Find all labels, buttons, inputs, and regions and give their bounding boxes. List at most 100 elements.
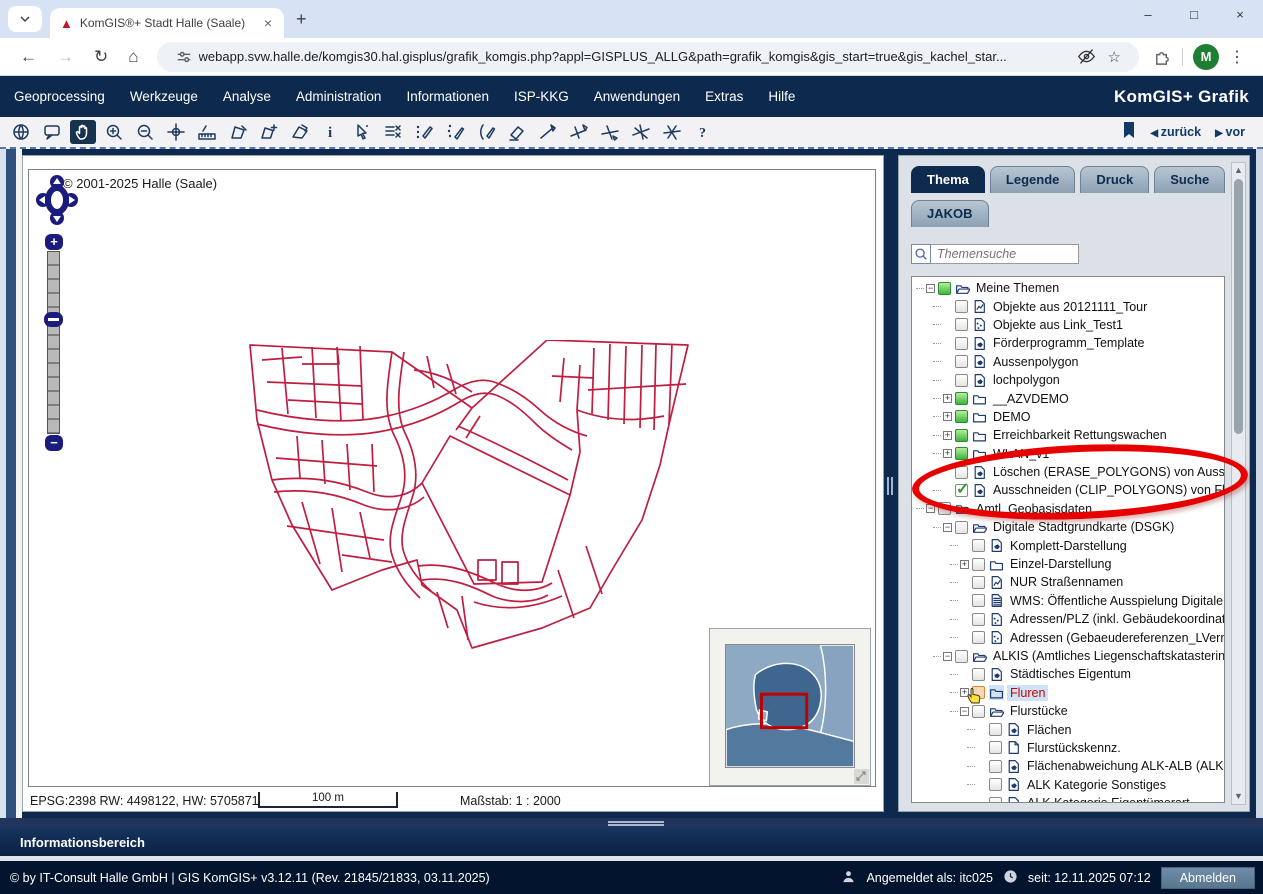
- close-button[interactable]: ×: [1217, 0, 1263, 32]
- profile-avatar[interactable]: M: [1193, 44, 1219, 70]
- tree-item-__azvdemo[interactable]: +__AZVDEMO: [912, 389, 1224, 407]
- expander-icon[interactable]: −: [926, 284, 935, 293]
- tree-item-objekte-aus-20121111_tour[interactable]: Objekte aus 20121111_Tour: [912, 297, 1224, 315]
- menu-item-administration[interactable]: Administration: [296, 89, 382, 104]
- tree-item-demo[interactable]: +DEMO: [912, 408, 1224, 426]
- tree-item-förderprogramm_template[interactable]: Förderprogramm_Template: [912, 334, 1224, 352]
- zoom-in-icon[interactable]: [101, 120, 127, 144]
- address-bar[interactable]: webapp.svw.halle.de/komgis30.hal.gisplus…: [157, 42, 1139, 72]
- resize-handle-icon[interactable]: [854, 769, 869, 784]
- logout-button[interactable]: Abmelden: [1161, 867, 1255, 889]
- home-icon[interactable]: ⌂: [128, 47, 138, 67]
- layer-checkbox[interactable]: [972, 613, 985, 626]
- tree-item-städtisches-eigentum[interactable]: Städtisches Eigentum: [912, 665, 1224, 683]
- maximize-button[interactable]: □: [1171, 0, 1217, 32]
- tab-close-icon[interactable]: ×: [260, 15, 276, 31]
- layer-label[interactable]: DEMO: [990, 409, 1034, 425]
- zoom-track[interactable]: [47, 251, 60, 434]
- insert-vertex-icon[interactable]: [473, 120, 499, 144]
- theme-search-input[interactable]: [931, 244, 1079, 264]
- scroll-down-icon[interactable]: ▼: [1233, 791, 1244, 802]
- layer-checkbox[interactable]: [972, 558, 985, 571]
- tree-item-erreichbarkeit-rettungswachen[interactable]: +Erreichbarkeit Rettungswachen: [912, 426, 1224, 444]
- layer-label[interactable]: Flächen: [1024, 722, 1074, 738]
- tree-item-nur-straßennamen[interactable]: NUR Straßennamen: [912, 573, 1224, 591]
- layer-label[interactable]: Erreichbarkeit Rettungswachen: [990, 427, 1170, 443]
- layer-label[interactable]: Digitale Stadtgrundkarte (DSGK): [990, 519, 1177, 535]
- layer-checkbox[interactable]: [938, 282, 951, 295]
- list-remove-icon[interactable]: [380, 120, 406, 144]
- layer-label[interactable]: Flächenabweichung ALK-ALB (ALK: [1024, 758, 1225, 774]
- tree-item-adressen-gebaeudereferenzen_lv[interactable]: Adressen (Gebaeudereferenzen_LVerm: [912, 628, 1224, 646]
- help-icon[interactable]: ?: [690, 120, 716, 144]
- layer-checkbox[interactable]: [955, 300, 968, 313]
- tooltip-icon[interactable]: [39, 120, 65, 144]
- tab-druck[interactable]: Druck: [1080, 166, 1149, 193]
- browser-menu-icon[interactable]: ⋮: [1229, 47, 1245, 67]
- menu-item-hilfe[interactable]: Hilfe: [768, 89, 795, 104]
- eraser-icon[interactable]: [504, 120, 530, 144]
- split-line-2-icon[interactable]: [659, 120, 685, 144]
- overview-inset[interactable]: [709, 628, 871, 786]
- bookmark-star-icon[interactable]: ☆: [1108, 48, 1121, 66]
- pan-icon[interactable]: [70, 120, 96, 144]
- tree-item-lochpolygon[interactable]: lochpolygon: [912, 371, 1224, 389]
- tree-item-fluren[interactable]: +Fluren: [912, 684, 1224, 702]
- menu-item-analyse[interactable]: Analyse: [223, 89, 271, 104]
- measure-line-icon[interactable]: [194, 120, 220, 144]
- menu-item-extras[interactable]: Extras: [705, 89, 743, 104]
- menu-item-isp-kkg[interactable]: ISP-KKG: [514, 89, 569, 104]
- bookmark-icon[interactable]: [1122, 121, 1136, 144]
- tree-item-alk-kategorie-eigentümerart[interactable]: ALK Kategorie Eigentümerart: [912, 794, 1224, 803]
- tree-item-flächen[interactable]: Flächen: [912, 720, 1224, 738]
- layer-checkbox[interactable]: [955, 392, 968, 405]
- tree-item-digitale-stadtgrundkarte-dsgk-[interactable]: −Digitale Stadtgrundkarte (DSGK): [912, 518, 1224, 536]
- new-tab-button[interactable]: +: [296, 9, 307, 30]
- layer-label[interactable]: Meine Themen: [973, 280, 1062, 296]
- layer-label[interactable]: ALKIS (Amtliches Liegenschaftskatasterin…: [990, 648, 1225, 664]
- snap-line-1-icon[interactable]: [535, 120, 561, 144]
- tree-item-flächenabweichung-alk-alb-alk[interactable]: Flächenabweichung ALK-ALB (ALK: [912, 757, 1224, 775]
- url-text[interactable]: webapp.svw.halle.de/komgis30.hal.gisplus…: [199, 49, 1071, 64]
- browser-tab[interactable]: ▲ KomGIS®+ Stadt Halle (Saale) ×: [50, 8, 284, 38]
- layer-checkbox[interactable]: [989, 797, 1002, 803]
- layer-checkbox[interactable]: [972, 631, 985, 644]
- menu-item-anwendungen[interactable]: Anwendungen: [594, 89, 680, 104]
- tab-search-button[interactable]: [8, 6, 42, 32]
- layer-checkbox[interactable]: [955, 410, 968, 423]
- zoom-out-icon[interactable]: [132, 120, 158, 144]
- tab-thema[interactable]: Thema: [911, 166, 985, 193]
- info-icon[interactable]: i: [318, 120, 344, 144]
- tab-legende[interactable]: Legende: [990, 166, 1075, 193]
- layer-checkbox[interactable]: [989, 741, 1002, 754]
- layer-label[interactable]: WMS: Öffentliche Ausspielung Digitale S: [1007, 593, 1225, 609]
- snap-line-2-icon[interactable]: [566, 120, 592, 144]
- tab-jakob[interactable]: JAKOB: [911, 200, 989, 227]
- measure-area-plus-icon[interactable]: [256, 120, 282, 144]
- scroll-up-icon[interactable]: ▲: [1233, 165, 1244, 176]
- horizontal-splitter[interactable]: [0, 818, 1263, 828]
- layer-checkbox[interactable]: [955, 447, 968, 460]
- history-back-button[interactable]: ◀ zurück: [1150, 125, 1201, 139]
- vertical-splitter[interactable]: [884, 149, 896, 818]
- layer-label[interactable]: Objekte aus Link_Test1: [990, 317, 1126, 333]
- pan-rosette[interactable]: [35, 174, 79, 231]
- tree-item-flurstückskennz-[interactable]: Flurstückskennz.: [912, 739, 1224, 757]
- tree-item-einzel-darstellung[interactable]: +Einzel-Darstellung: [912, 555, 1224, 573]
- layer-checkbox[interactable]: [989, 760, 1002, 773]
- expander-icon[interactable]: −: [960, 707, 969, 716]
- layer-checkbox[interactable]: [955, 318, 968, 331]
- redline-icon[interactable]: [287, 120, 313, 144]
- layer-label[interactable]: Objekte aus 20121111_Tour: [990, 299, 1150, 315]
- zoom-in-button[interactable]: +: [45, 234, 63, 250]
- layer-label[interactable]: NUR Straßennamen: [1007, 574, 1126, 590]
- layer-label[interactable]: ALK Kategorie Sonstiges: [1024, 777, 1169, 793]
- layer-checkbox[interactable]: [955, 337, 968, 350]
- tree-item-wms-öffentliche-ausspielung-di[interactable]: WMS: Öffentliche Ausspielung Digitale S: [912, 592, 1224, 610]
- tree-item-alk-kategorie-sonstiges[interactable]: ALK Kategorie Sonstiges: [912, 776, 1224, 794]
- eye-off-icon[interactable]: [1077, 47, 1096, 66]
- menu-item-geoprocessing[interactable]: Geoprocessing: [14, 89, 105, 104]
- layer-checkbox[interactable]: [955, 650, 968, 663]
- tree-item-objekte-aus-link_test1[interactable]: Objekte aus Link_Test1: [912, 316, 1224, 334]
- zoom-out-button[interactable]: −: [45, 435, 63, 451]
